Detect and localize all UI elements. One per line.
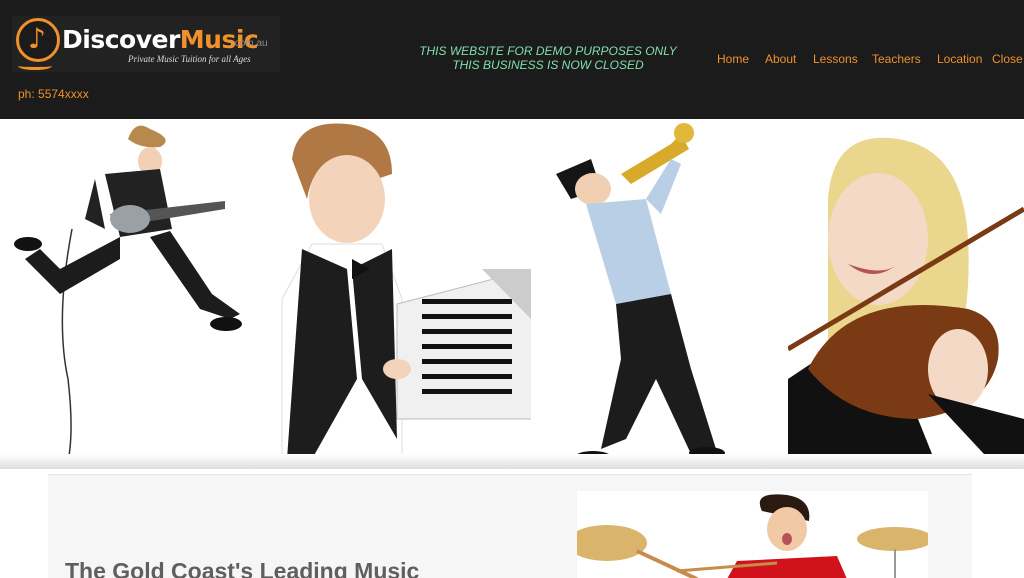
drummer-photo <box>577 491 928 578</box>
phone-number: ph: 5574xxxx <box>18 87 89 101</box>
logo-tagline: Private Music Tuition for all Ages <box>128 54 251 64</box>
nav-lessons[interactable]: Lessons <box>813 52 858 66</box>
demo-notice: THIS WEBSITE FOR DEMO PURPOSES ONLY THIS… <box>398 44 698 72</box>
violinist-photo <box>788 119 1024 469</box>
trumpeter-photo <box>531 119 788 469</box>
demo-notice-line-2: THIS BUSINESS IS NOW CLOSED <box>452 58 644 72</box>
main-content: The Gold Coast's Leading Music <box>48 474 972 578</box>
logo-wordmark: DiscoverMusic <box>62 25 259 54</box>
guitarist-photo <box>0 119 252 469</box>
music-note-icon: ♪ <box>16 18 60 62</box>
logo-swoosh <box>18 62 52 70</box>
nav-home[interactable]: Home <box>717 52 749 66</box>
logo-word-discover: Discover <box>62 25 180 54</box>
nav-about[interactable]: About <box>765 52 796 66</box>
logo-domain: .com.au <box>232 38 268 49</box>
banner-shadow <box>0 454 1024 469</box>
pianist-photo <box>252 119 531 469</box>
site-header: ♪ DiscoverMusic .com.au Private Music Tu… <box>0 0 1024 119</box>
site-logo[interactable]: ♪ DiscoverMusic .com.au Private Music Tu… <box>12 16 280 72</box>
nav-location[interactable]: Location <box>937 52 982 66</box>
hero-banner <box>0 119 1024 469</box>
demo-notice-line-1: THIS WEBSITE FOR DEMO PURPOSES ONLY <box>419 44 677 58</box>
page-headline: The Gold Coast's Leading Music <box>65 558 420 578</box>
nav-close[interactable]: Close <box>992 52 1023 66</box>
nav-teachers[interactable]: Teachers <box>872 52 921 66</box>
